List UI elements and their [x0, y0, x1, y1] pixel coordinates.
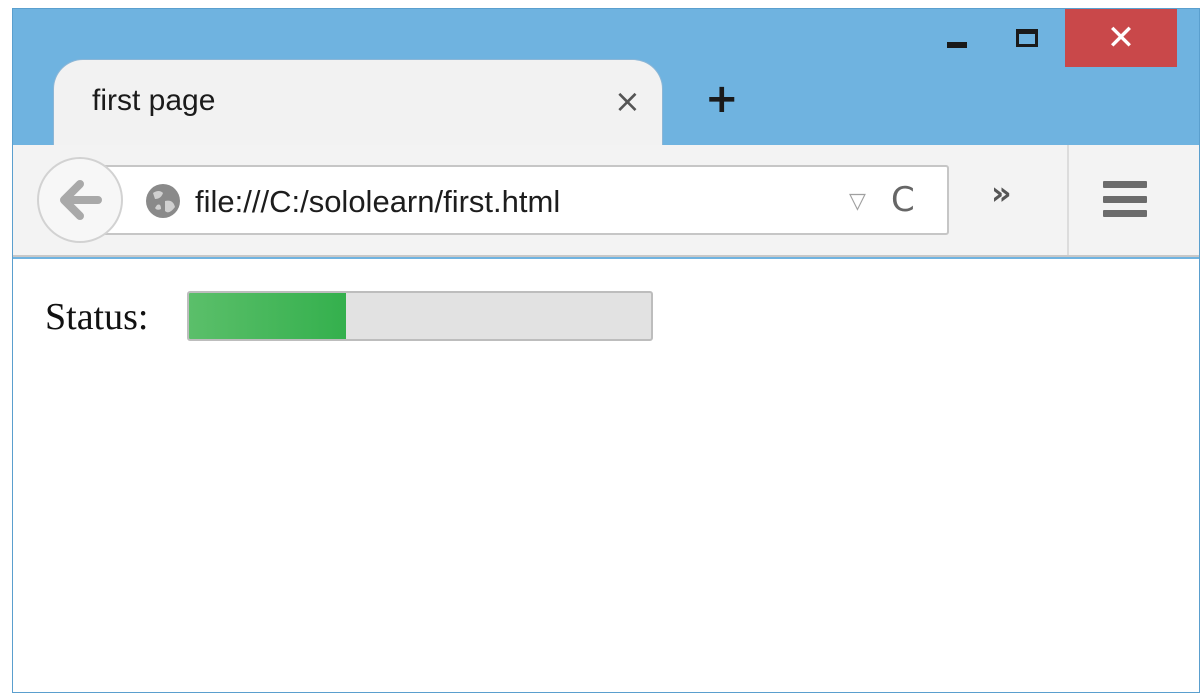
navigation-toolbar: file:///C:/sololearn/first.html ▽ C » — [13, 145, 1199, 257]
status-label: Status: — [45, 296, 149, 338]
overflow-chevron-icon[interactable]: » — [991, 177, 1012, 209]
page-content: Status: — [13, 259, 1199, 692]
maximize-button[interactable] — [997, 9, 1057, 67]
new-tab-button[interactable]: + — [705, 79, 739, 119]
tab-title: first page — [92, 84, 216, 117]
close-window-button[interactable]: ✕ — [1065, 9, 1177, 67]
progress-fill — [189, 293, 347, 339]
tab-close-icon[interactable]: × — [614, 82, 641, 120]
maximize-icon — [1016, 29, 1038, 47]
hamburger-menu-icon[interactable] — [1103, 181, 1147, 217]
status-progress-bar — [187, 291, 653, 341]
back-arrow-icon — [60, 180, 102, 220]
back-button[interactable] — [37, 157, 123, 243]
minimize-button[interactable] — [929, 9, 985, 67]
browser-window: ✕ first page × + file:///C:/sololearn/fi… — [12, 8, 1200, 693]
address-bar[interactable]: file:///C:/sololearn/first.html ▽ C — [99, 165, 949, 235]
globe-icon — [143, 181, 183, 226]
reload-icon[interactable]: C — [891, 180, 915, 220]
url-dropdown-icon[interactable]: ▽ — [849, 189, 866, 214]
url-text: file:///C:/sololearn/first.html — [195, 184, 561, 219]
minimize-icon — [947, 42, 967, 48]
toolbar-divider — [1067, 145, 1069, 255]
tab-first-page[interactable]: first page × — [53, 59, 663, 147]
close-icon: ✕ — [1106, 18, 1136, 58]
